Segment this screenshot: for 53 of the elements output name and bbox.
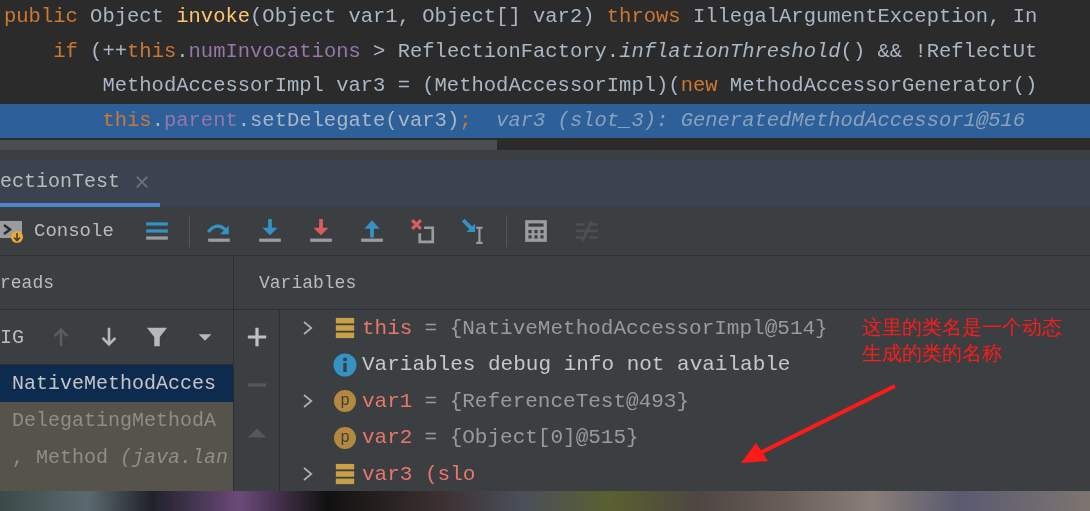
code-text: . [176,38,189,65]
field-icon [334,317,356,340]
code-text: .setDelegate(var3) [237,107,460,134]
code-keyword: new [680,73,718,99]
code-keyword: public [4,4,78,30]
info-icon [333,352,357,377]
variable-name[interactable]: var1 [362,389,413,413]
code-keyword: this [101,107,152,134]
close-icon[interactable] [134,173,151,190]
variables-header: Variables [259,272,357,293]
filter-icon[interactable] [146,326,168,348]
threads-header: reads [0,272,54,293]
parameter-badge: p [334,390,356,413]
variable-name[interactable]: var3 (slo [362,462,476,486]
code-keyword: this [127,38,177,65]
force-step-into-icon[interactable] [307,218,334,244]
info-message: Variables debug info not available [362,353,791,377]
code-field: parent [163,103,238,138]
stack-frame[interactable]: NativeMethodAcces [0,365,233,402]
code-keyword: if [52,38,78,65]
step-out-icon[interactable] [358,218,385,244]
code-text: . [151,107,164,134]
code-text: > ReflectionFactory. [372,38,620,65]
console-tab[interactable]: Console [0,218,114,244]
variable-value: = {Object[0]@515} [424,426,639,450]
step-into-icon[interactable] [256,218,283,244]
code-text: Object [89,4,165,30]
code-method-name: invoke [176,4,251,30]
code-keyword: throws [606,4,681,30]
stack-frame[interactable]: , Method (java.lan [0,439,233,476]
variable-value: = {ReferenceTest@493} [424,389,690,413]
field-icon [334,463,356,486]
code-keyword: ; [459,107,472,134]
variable-name[interactable]: var2 [362,426,413,450]
thread-name[interactable]: IG [0,325,24,349]
code-text: () && !ReflectUt [840,38,1038,65]
stack-frame[interactable]: DelegatingMethodA [0,402,233,439]
code-text: (++ [89,38,128,65]
parameter-badge: p [334,426,356,449]
variable-value: = {NativeMethodAccessorImpl@514} [424,316,828,340]
code-static-call: inflationThreshold [619,38,841,65]
horizontal-scrollbar[interactable] [0,140,497,150]
code-text: IllegalArgumentException, In [691,4,1038,30]
plus-icon[interactable] [245,326,268,348]
code-text: (Object var1, Object[] var2) [250,4,596,30]
variable-name[interactable]: this [362,316,413,340]
calculator-icon[interactable] [522,218,549,244]
inline-value-hint: var3 (slot_3): GeneratedMethodAccessor1@516 [495,107,1026,134]
annotation-text: 这里的类名是一个动态生成的类的名称 [862,314,1063,366]
code-text: MethodAccessorGenerator() [728,73,1038,99]
drop-frame-icon[interactable] [409,218,436,244]
code-text: MethodAccessorImpl var3 = (MethodAccessorImpl)( [101,73,681,99]
code-field: numInvocations [188,34,361,69]
